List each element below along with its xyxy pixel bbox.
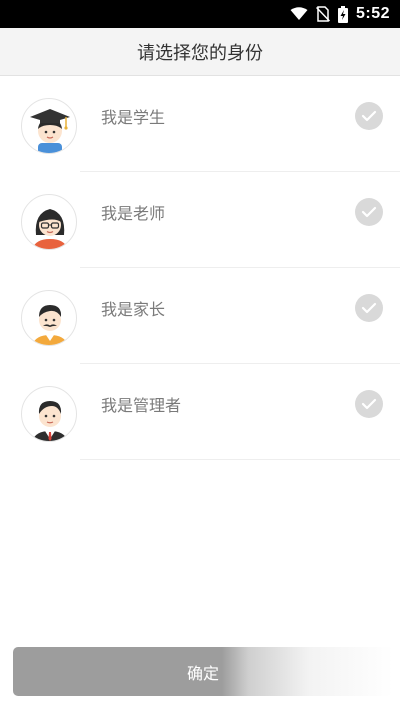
status-bar: 5:52 xyxy=(0,0,400,28)
role-item-student[interactable]: 我是学生 xyxy=(0,76,400,172)
title-bar: 请选择您的身份 xyxy=(0,28,400,76)
role-item-teacher[interactable]: 我是老师 xyxy=(0,172,400,268)
role-list: 我是学生 我是老师 我是家长 我是管理者 xyxy=(0,76,400,460)
teacher-avatar-icon xyxy=(21,194,77,250)
role-label-student: 我是学生 xyxy=(101,108,166,127)
role-item-parent[interactable]: 我是家长 xyxy=(0,268,400,364)
role-item-manager[interactable]: 我是管理者 xyxy=(0,364,400,460)
page-title: 请选择您的身份 xyxy=(137,42,263,64)
wifi-icon xyxy=(290,7,308,20)
student-avatar-icon xyxy=(21,98,77,154)
divider xyxy=(80,459,400,460)
manager-avatar-icon xyxy=(21,386,77,442)
check-icon[interactable] xyxy=(355,102,383,130)
check-icon[interactable] xyxy=(355,294,383,322)
confirm-button-label: 确定 xyxy=(186,663,219,683)
battery-charging-icon xyxy=(337,5,348,23)
parent-avatar-icon xyxy=(21,290,77,346)
confirm-button[interactable]: 确定 xyxy=(13,647,393,696)
no-sim-icon xyxy=(315,6,330,22)
role-label-parent: 我是家长 xyxy=(101,300,166,319)
check-icon[interactable] xyxy=(355,198,383,226)
role-label-teacher: 我是老师 xyxy=(101,204,166,223)
role-label-manager: 我是管理者 xyxy=(101,396,182,415)
check-icon[interactable] xyxy=(355,390,383,418)
status-time: 5:52 xyxy=(355,5,390,22)
